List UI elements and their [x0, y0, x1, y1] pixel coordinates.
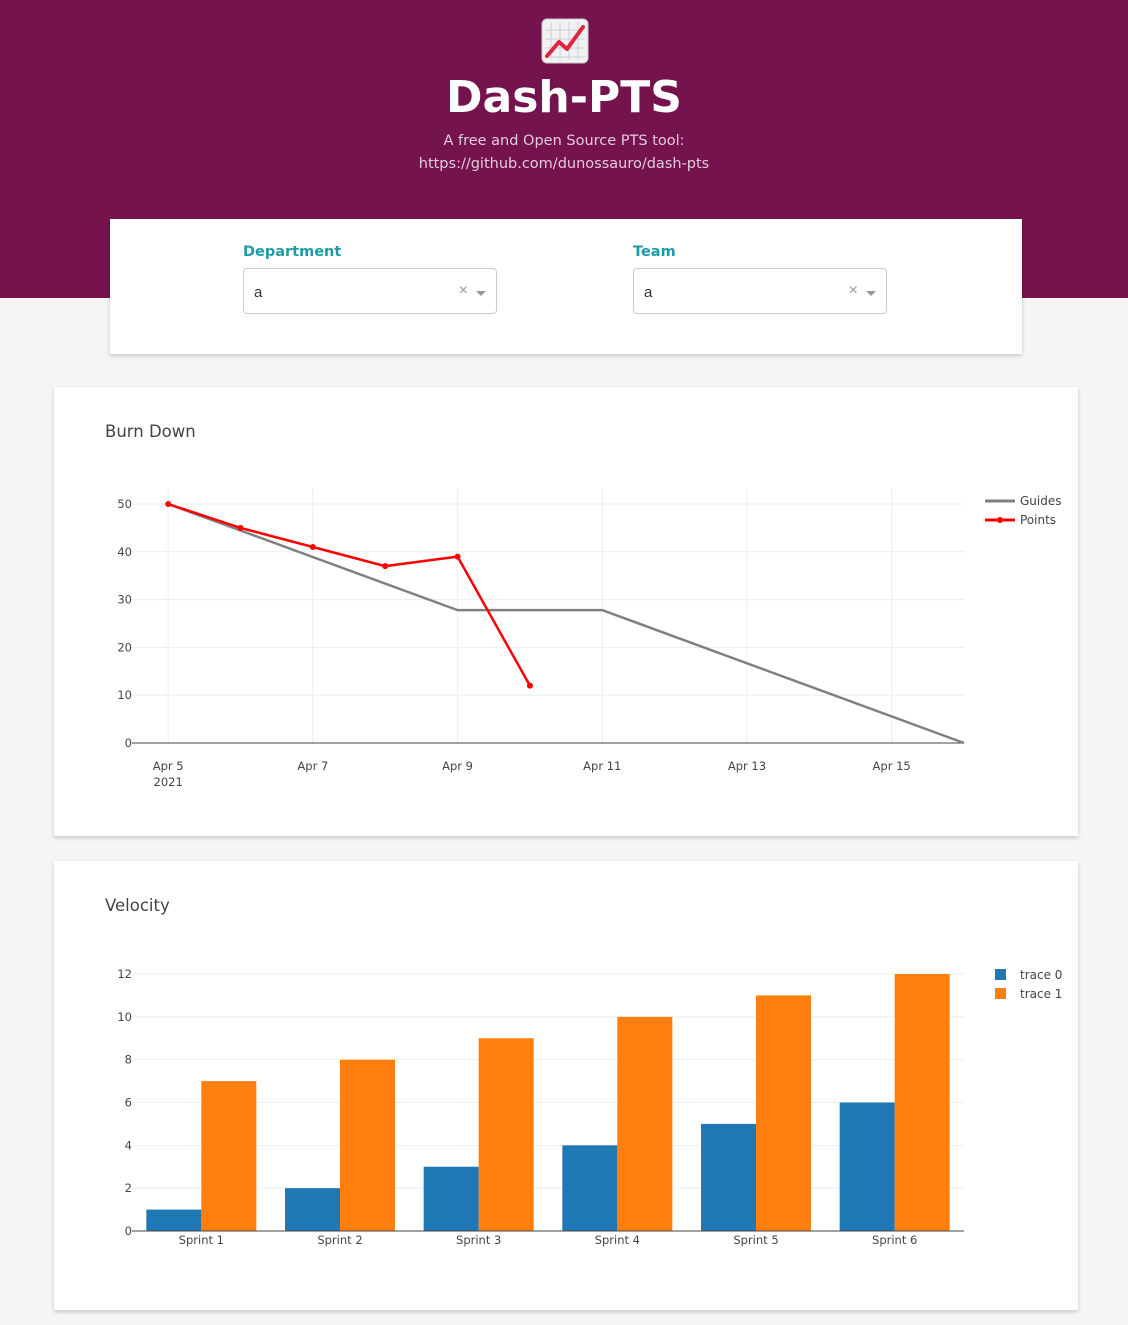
- repository-link[interactable]: https://github.com/dunossauro/dash-pts: [0, 154, 1128, 174]
- data-point: [454, 553, 461, 560]
- legend-swatch: [995, 969, 1006, 980]
- bar: [701, 1123, 756, 1231]
- x-tick-label: Apr 5: [153, 759, 184, 773]
- y-tick-label: 2: [125, 1181, 132, 1195]
- burndown-chart[interactable]: Burn Down Apr 5 2021 Apr 7 Apr 9 Apr 11 Apr 13…: [54, 387, 1078, 836]
- legend-swatch: [995, 988, 1006, 999]
- app-subtitle: A free and Open Source PTS tool:: [443, 133, 685, 149]
- y-tick-label: 10: [117, 688, 132, 702]
- x-tick-label: Apr 13: [728, 759, 766, 773]
- y-tick-label: 4: [125, 1138, 132, 1152]
- data-point: [382, 563, 389, 570]
- legend-label: Guides: [1020, 494, 1062, 508]
- chart-increasing-icon: [541, 18, 589, 64]
- department-selected-value: a: [254, 284, 263, 301]
- legend-label: trace 0: [1020, 968, 1062, 982]
- x-tick-label: Sprint 3: [456, 1233, 501, 1247]
- bar: [146, 1209, 202, 1231]
- legend-label: Points: [1020, 513, 1056, 527]
- chart-title: Burn Down: [105, 422, 196, 441]
- chart-title: Velocity: [105, 896, 170, 915]
- department-dropdown[interactable]: a ×: [243, 268, 497, 314]
- velocity-chart-card: Velocity 0 2 4 6 8 10 12 Sprint 1 Sprint 2 Sprint …: [54, 861, 1078, 1310]
- team-selected-value: a: [644, 284, 653, 301]
- x-tick-year-label: 2021: [154, 775, 183, 789]
- x-tick-label: Sprint 1: [179, 1233, 224, 1247]
- y-tick-label: 0: [125, 736, 132, 750]
- x-tick-label: Sprint 2: [317, 1233, 362, 1247]
- series-line-points: [167, 502, 532, 687]
- bar: [617, 1016, 673, 1231]
- y-tick-label: 20: [117, 640, 132, 654]
- x-tick-label: Apr 11: [583, 759, 621, 773]
- bar: [562, 1145, 618, 1231]
- filter-panel: Department a × Team a ×: [110, 219, 1022, 354]
- bar: [285, 1188, 340, 1231]
- x-tick-label: Sprint 6: [872, 1233, 917, 1247]
- y-tick-label: 10: [117, 1010, 132, 1024]
- burndown-chart-card: Burn Down Apr 5 2021 Apr 7 Apr 9 Apr 11 Apr 13…: [54, 387, 1078, 836]
- clear-icon[interactable]: ×: [459, 282, 468, 300]
- data-point: [165, 501, 172, 507]
- y-tick-label: 30: [117, 593, 132, 607]
- bar: [839, 1102, 895, 1231]
- chevron-down-icon[interactable]: [476, 291, 486, 296]
- team-label: Team: [633, 244, 676, 260]
- y-tick-label: 12: [117, 967, 132, 981]
- y-tick-label: 50: [117, 497, 132, 511]
- bar: [894, 974, 950, 1231]
- bar: [340, 1059, 395, 1231]
- y-tick-label: 40: [117, 545, 132, 559]
- bar: [201, 1081, 257, 1231]
- data-point: [237, 524, 244, 531]
- team-dropdown[interactable]: a ×: [633, 268, 887, 314]
- bar: [423, 1166, 479, 1231]
- bar: [478, 1038, 534, 1231]
- x-tick-label: Sprint 4: [595, 1233, 640, 1247]
- department-label: Department: [243, 244, 342, 260]
- app-title: Dash-PTS: [446, 72, 682, 123]
- clear-icon[interactable]: ×: [849, 282, 858, 300]
- x-tick-label: Apr 15: [873, 759, 911, 773]
- data-point: [526, 682, 533, 689]
- data-point: [309, 544, 316, 551]
- y-tick-label: 0: [125, 1224, 132, 1238]
- chevron-down-icon[interactable]: [866, 291, 876, 296]
- x-tick-label: Apr 7: [297, 759, 328, 773]
- x-tick-label: Sprint 5: [733, 1233, 778, 1247]
- bar: [756, 995, 811, 1231]
- legend-label: trace 1: [1020, 987, 1062, 1001]
- x-tick-label: Apr 9: [442, 759, 473, 773]
- velocity-chart[interactable]: Velocity 0 2 4 6 8 10 12 Sprint 1 Sprint 2 Sprint …: [54, 861, 1078, 1310]
- legend-marker: [997, 517, 1003, 523]
- y-tick-label: 8: [125, 1053, 132, 1067]
- y-tick-label: 6: [125, 1096, 132, 1110]
